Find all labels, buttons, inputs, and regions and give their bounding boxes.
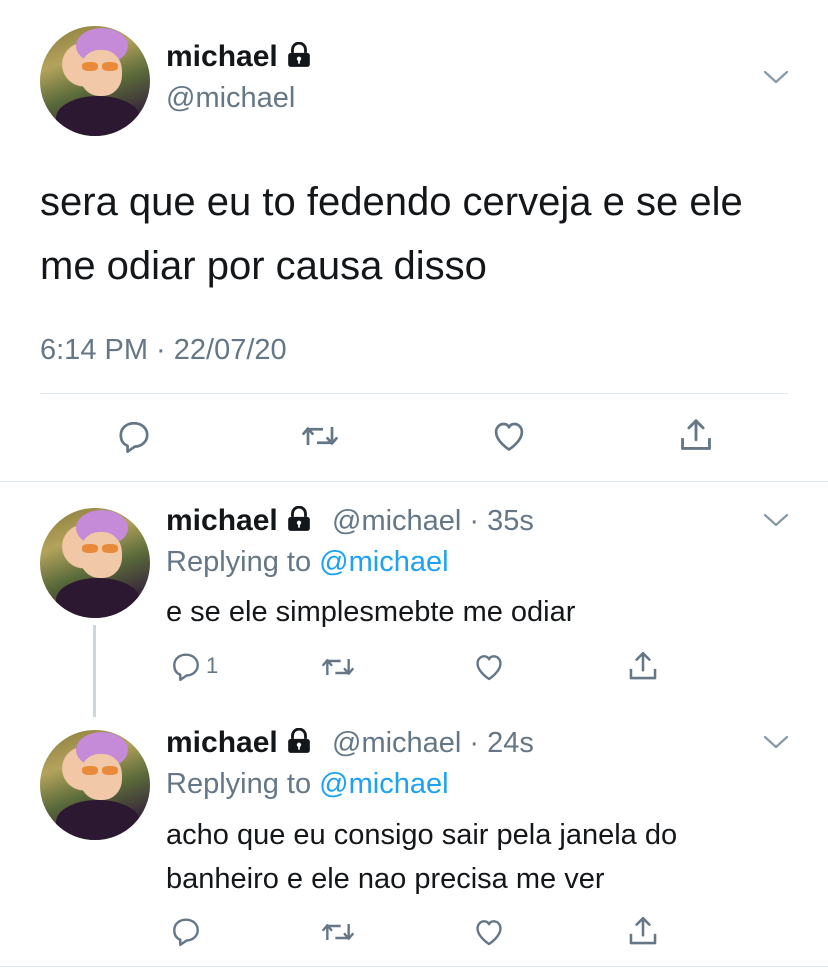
reply-button[interactable]: 1 [170,650,218,682]
lock-icon [287,728,310,753]
display-name[interactable]: michael [166,504,312,538]
replying-to: Replying to @michael [166,546,449,579]
thread-line [93,625,96,717]
tweet-text: acho que eu consigo sair pela janela do … [166,819,678,895]
lock-icon [287,42,310,67]
retweet-button[interactable] [320,916,356,948]
heart-icon [494,422,524,451]
heart-icon [476,655,502,681]
avatar[interactable] [40,730,150,840]
display-name[interactable]: michael [166,40,312,74]
lock-icon [287,506,310,531]
display-name-text: michael [166,504,278,537]
like-button[interactable] [472,651,506,683]
reply-button[interactable] [116,418,152,454]
user-handle: @michael [332,727,462,759]
divider [0,481,828,482]
divider [0,966,828,967]
tweet-text: e se ele simplesmebte me odiar [166,596,576,628]
display-name-text: michael [166,40,278,73]
tweet-text: sera que eu to fedendo cerveja e se ele … [40,180,743,288]
tweet-timestamp[interactable]: 6:14 PM · 22/07/20 [40,334,287,367]
retweet-icon [322,659,354,675]
like-button[interactable] [490,418,528,454]
mention-link[interactable]: @michael [319,768,448,800]
dot-separator: · [461,505,488,537]
reply-icon [119,421,149,453]
user-handle: @michael [332,505,462,537]
display-name-text: michael [166,726,278,759]
share-button[interactable] [677,416,715,454]
replying-to-label: Replying to [166,546,312,578]
user-handle-time[interactable]: @michael · 35s [332,505,534,538]
reply-count: 1 [206,653,219,678]
dot-separator: · [461,727,488,759]
replying-to: Replying to @michael [166,768,449,801]
retweet-icon [322,924,354,940]
user-handle[interactable]: @michael [166,82,295,115]
mention-link[interactable]: @michael [319,546,448,578]
chevron-down-icon[interactable] [763,68,789,86]
tweet-time: 24s [487,727,534,759]
reply-icon [173,653,199,682]
chevron-down-icon[interactable] [763,733,789,751]
user-handle-time[interactable]: @michael · 24s [332,727,534,760]
share-button[interactable] [626,649,660,683]
like-button[interactable] [472,916,506,948]
share-icon [629,916,657,945]
retweet-button[interactable] [320,651,356,683]
share-button[interactable] [626,914,660,948]
heart-icon [476,920,502,946]
retweet-icon [302,427,338,445]
avatar[interactable] [40,26,150,136]
replying-to-label: Replying to [166,768,312,800]
share-icon [681,419,711,450]
avatar[interactable] [40,508,150,618]
reply-icon [173,918,199,947]
divider [40,393,788,394]
reply-button[interactable] [170,915,202,947]
retweet-button[interactable] [300,418,340,454]
display-name[interactable]: michael [166,726,312,760]
tweet-time: 35s [487,505,534,537]
share-icon [629,651,657,680]
chevron-down-icon[interactable] [763,511,789,529]
